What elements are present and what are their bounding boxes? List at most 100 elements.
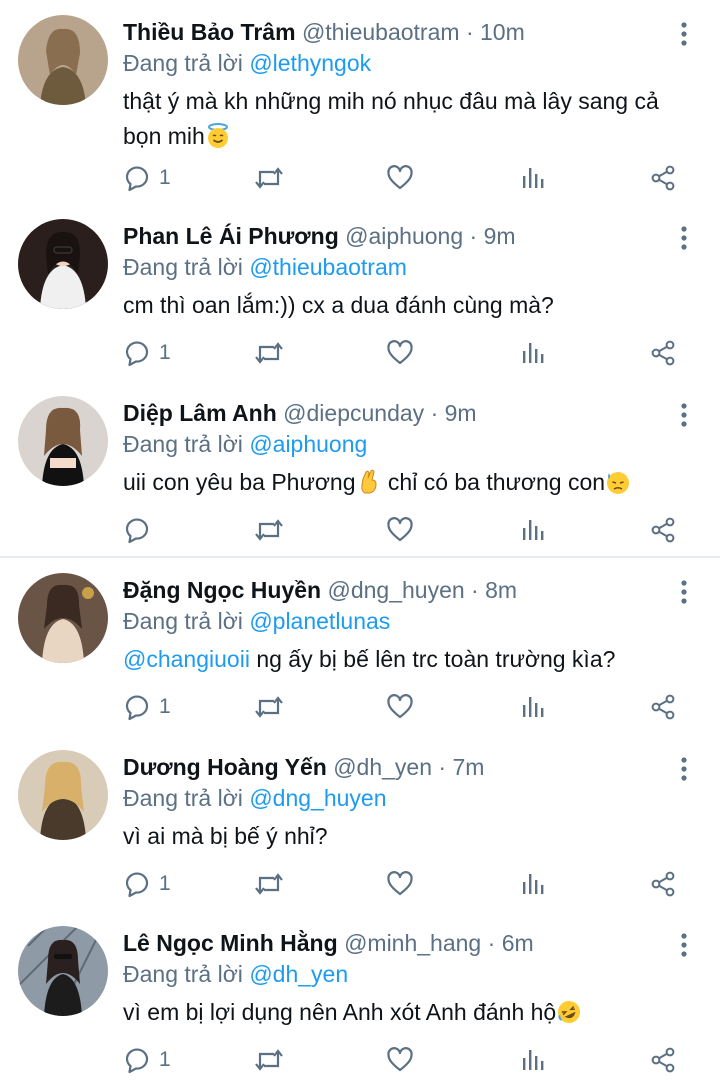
like-button[interactable] [386,162,414,194]
heart-icon [387,517,413,542]
replying-to-handle[interactable]: @dng_huyen [249,785,386,811]
retweet-icon [255,167,283,189]
avatar[interactable] [18,396,108,486]
analytics-button[interactable] [519,691,547,723]
tweet-text: vì em bị lợi dụng nên Anh xót Anh đánh h… [123,995,698,1030]
share-icon [651,340,675,366]
username[interactable]: @aiphuong [345,223,463,249]
replying-to-handle[interactable]: @thieubaotram [249,254,407,280]
display-name[interactable]: Diệp Lâm Anh [123,400,277,426]
more-options-icon[interactable] [672,224,696,252]
like-button[interactable] [386,868,414,900]
display-name[interactable]: Lê Ngọc Minh Hằng [123,930,338,956]
replying-to-label: Đang trả lời [123,50,243,76]
mention-link[interactable]: @changiuoii [123,646,250,672]
timestamp[interactable]: 7m [452,754,484,780]
reply-button[interactable]: 1 [123,868,171,900]
like-button[interactable] [386,514,414,546]
timestamp[interactable]: 10m [480,19,525,45]
replying-to-handle[interactable]: @aiphuong [249,431,367,457]
avatar[interactable] [18,15,108,105]
avatar[interactable] [18,573,108,663]
tweet-actions [123,514,693,546]
tweet-6[interactable]: Lê Ngọc Minh Hằng @minh_hang · 6m Đang t… [0,925,720,1085]
username[interactable]: @minh_hang [344,930,481,956]
replying-to: Đang trả lời @aiphuong [123,427,367,461]
share-button[interactable] [649,514,677,546]
analytics-button[interactable] [519,514,547,546]
replying-to-handle[interactable]: @lethyngok [249,50,371,76]
crossed-fingers-icon [356,469,382,495]
reply-button[interactable]: 1 [123,691,171,723]
timestamp[interactable]: 8m [485,577,517,603]
tweet-1[interactable]: Thiều Bảo Trâm @thieubaotram · 10m Đang … [0,14,720,204]
comment-icon [125,695,149,721]
tweet-text: vì ai mà bị bế ý nhỉ? [123,819,698,854]
like-button[interactable] [386,1044,414,1076]
tweet-2[interactable]: Phan Lê Ái Phương @aiphuong · 9m Đang tr… [0,218,720,384]
analytics-button[interactable] [519,337,547,369]
analytics-button[interactable] [519,162,547,194]
more-options-icon[interactable] [672,401,696,429]
tweet-text-content: vì em bị lợi dụng nên Anh xót Anh đánh h… [123,999,557,1025]
timestamp[interactable]: 9m [445,400,477,426]
timestamp[interactable]: 9m [484,223,516,249]
retweet-button[interactable] [253,514,285,546]
analytics-button[interactable] [519,1044,547,1076]
dot-separator: · [430,400,439,426]
avatar[interactable] [18,750,108,840]
username[interactable]: @thieubaotram [302,19,460,45]
reply-button[interactable] [123,514,159,546]
replying-to-handle[interactable]: @dh_yen [249,961,348,987]
username[interactable]: @dh_yen [333,754,432,780]
tweet-3[interactable]: Diệp Lâm Anh @diepcunday · 9m Đang trả l… [0,395,720,555]
reply-button[interactable]: 1 [123,337,171,369]
more-options-icon[interactable] [672,20,696,48]
tweet-text-continued: chỉ có ba thương con [381,469,606,495]
more-options-icon[interactable] [672,755,696,783]
retweet-button[interactable] [253,162,285,194]
tweet-text: thật ý mà kh những mih nó nhục đâu mà lâ… [123,84,698,154]
retweet-icon [255,873,283,895]
reply-count: 1 [159,341,171,364]
more-options-icon[interactable] [672,931,696,959]
avatar[interactable] [18,219,108,309]
reply-button[interactable]: 1 [123,1044,171,1076]
dot-separator: · [487,930,496,956]
like-button[interactable] [386,337,414,369]
display-name[interactable]: Thiều Bảo Trâm [123,19,296,45]
timestamp[interactable]: 6m [502,930,534,956]
username[interactable]: @dng_huyen [327,577,464,603]
replying-to-label: Đang trả lời [123,608,243,634]
display-name[interactable]: Đặng Ngọc Huyền [123,577,321,603]
display-name[interactable]: Dương Hoàng Yến [123,754,327,780]
rolling-on-floor-laughing-icon [556,999,582,1025]
replying-to: Đang trả lời @dng_huyen [123,781,387,815]
share-button[interactable] [649,162,677,194]
replying-to-handle[interactable]: @planetlunas [249,608,390,634]
tweet-4[interactable]: Đặng Ngọc Huyền @dng_huyen · 8m Đang trả… [0,572,720,732]
username[interactable]: @diepcunday [283,400,424,426]
more-options-icon[interactable] [672,578,696,606]
tweet-5[interactable]: Dương Hoàng Yến @dh_yen · 7m Đang trả lờ… [0,749,720,909]
retweet-button[interactable] [253,691,285,723]
tweet-text-content: uii con yêu ba Phương [123,469,356,495]
retweet-button[interactable] [253,1044,285,1076]
tweet-header: Đặng Ngọc Huyền @dng_huyen · 8m [123,572,517,608]
display-name[interactable]: Phan Lê Ái Phương [123,223,339,249]
share-button[interactable] [649,337,677,369]
retweet-button[interactable] [253,337,285,369]
share-button[interactable] [649,691,677,723]
share-button[interactable] [649,868,677,900]
dot-separator: · [438,754,447,780]
like-button[interactable] [386,691,414,723]
retweet-button[interactable] [253,868,285,900]
retweet-icon [255,696,283,718]
reply-button[interactable]: 1 [123,162,171,194]
analytics-button[interactable] [519,868,547,900]
comment-icon [125,341,149,367]
reply-count: 1 [159,166,171,189]
share-button[interactable] [649,1044,677,1076]
share-icon [651,1047,675,1073]
avatar[interactable] [18,926,108,1016]
